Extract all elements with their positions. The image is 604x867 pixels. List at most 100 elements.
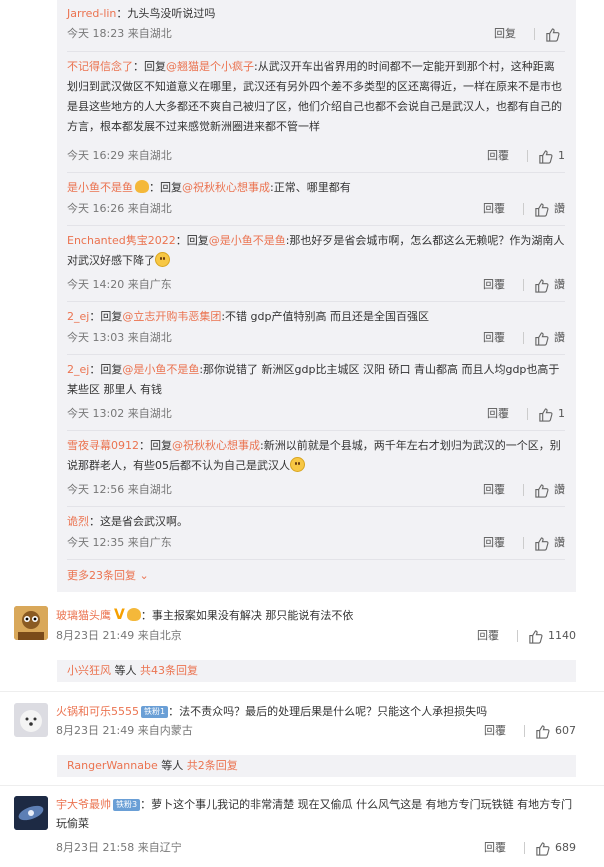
reply-button[interactable]: 回覆 <box>483 199 513 219</box>
comment-username[interactable]: 火锅和可乐5555 <box>56 705 139 718</box>
thumbs-up-icon <box>546 27 560 42</box>
reply-prefix: ：回复 <box>149 181 182 194</box>
like-button[interactable]: 1140 <box>528 626 576 646</box>
comment-meta: 今天 13:03 来自湖北 回覆 讚 <box>67 328 565 348</box>
thread-text: 等人 <box>111 664 140 677</box>
like-button[interactable]: 1 <box>538 146 565 166</box>
laugh-emoji-icon <box>155 252 170 267</box>
comment-line: 宇大爷最帅 铁粉3 ：萝卜这个事儿我记的非常清楚 现在又偷瓜 什么风气这是 有地方专… <box>56 795 576 833</box>
reply-prefix: ：回复 <box>139 439 172 452</box>
thread-summary[interactable]: RangerWannabe 等人 共2条回复 <box>57 755 576 777</box>
reply-button[interactable]: 回覆 <box>483 275 513 295</box>
thumbs-up-icon <box>535 202 549 217</box>
comment-meta: 今天 16:29 来自湖北 回覆 1 <box>67 146 565 166</box>
comment-username[interactable]: 雪夜寻幕0912 <box>67 439 139 452</box>
iron-fan-badge: 铁粉1 <box>141 706 169 718</box>
like-count: 讚 <box>554 536 565 549</box>
laugh-emoji-icon <box>290 457 305 472</box>
sub-comment: 是小鱼不是鱼 ：回复@祝秋秋心想事成:正常、哪里都有 <box>67 178 565 198</box>
comment-username[interactable]: 是小鱼不是鱼 <box>67 181 133 194</box>
comment-meta: 今天 12:35 来自广东 回覆 讚 <box>67 533 565 553</box>
mention-link[interactable]: @是小鱼不是鱼 <box>209 234 286 247</box>
thread-count[interactable]: 共43条回复 <box>140 664 198 677</box>
comment-meta: 8月23日 21:49 来自内蒙古 回覆 607 <box>56 721 576 741</box>
reply-button[interactable]: 回覆 <box>483 328 513 348</box>
top-comment: 火锅和可乐5555 铁粉1 ：法不责众吗？最后的处理后果是什么呢？只能这个人承担损失… <box>14 700 576 744</box>
like-button[interactable] <box>545 27 565 42</box>
mention-link[interactable]: @祝秋秋心想事成 <box>182 181 270 194</box>
comment-username[interactable]: 不记得信念了 <box>67 60 133 73</box>
galaxy-avatar-icon <box>14 796 48 830</box>
iron-fan-badge: 铁粉3 <box>113 799 141 811</box>
reply-prefix: ：回复 <box>89 310 123 323</box>
reply-button[interactable]: 回覆 <box>477 626 507 646</box>
like-button[interactable]: 607 <box>535 721 576 741</box>
thumbs-up-icon <box>539 407 553 422</box>
like-button[interactable]: 讚 <box>534 480 565 500</box>
comment-username[interactable]: 诡烈 <box>67 515 89 528</box>
avatar[interactable] <box>14 606 48 640</box>
comment-meta: 8月23日 21:49 来自北京 回覆 1140 <box>56 626 576 646</box>
mention-link[interactable]: @是小鱼不是鱼 <box>122 363 199 376</box>
sub-comment: 2_ej：回复@是小鱼不是鱼:那你说错了 新洲区gdp比主城区 汉阳 硚口 青山… <box>67 360 565 400</box>
comment-time: 8月23日 21:49 来自内蒙古 <box>56 724 193 737</box>
reply-button[interactable]: 回覆 <box>483 533 513 553</box>
like-button[interactable]: 1 <box>538 404 565 424</box>
comment-time: 今天 13:03 来自湖北 <box>67 331 172 344</box>
comment-username[interactable]: 2_ej <box>67 310 89 323</box>
thread-text: 等人 <box>157 759 187 772</box>
like-button[interactable]: 讚 <box>534 533 565 553</box>
reply-button[interactable]: 回覆 <box>487 404 517 424</box>
thread-user[interactable]: 小兴狂风 <box>67 664 111 677</box>
comment-meta: 今天 18:23 来自湖北 回复 <box>67 24 565 44</box>
reply-button[interactable]: 回覆 <box>487 146 517 166</box>
like-count: 689 <box>555 841 576 854</box>
avatar[interactable] <box>14 796 48 830</box>
like-count: 607 <box>555 724 576 737</box>
comment-time: 8月23日 21:49 来自北京 <box>56 629 182 642</box>
like-count: 1140 <box>548 629 576 642</box>
reply-button[interactable]: 回复 <box>494 24 524 44</box>
thumbs-up-icon <box>536 841 550 856</box>
avatar[interactable] <box>14 703 48 737</box>
like-button[interactable]: 讚 <box>534 199 565 219</box>
reply-button[interactable]: 回覆 <box>484 838 514 858</box>
more-replies-link[interactable]: 更多23条回复 ⌄ <box>67 566 149 586</box>
thumbs-up-icon <box>535 483 549 498</box>
mention-link[interactable]: @祝秋秋心想事成 <box>172 439 260 452</box>
reply-prefix: ：回复 <box>133 60 166 73</box>
comment-username[interactable]: 2_ej <box>67 363 89 376</box>
mention-link[interactable]: @翘猫是个小疯子 <box>166 60 254 73</box>
thread-count[interactable]: 共2条回复 <box>187 759 238 772</box>
reply-button[interactable]: 回覆 <box>483 480 513 500</box>
comment-text: ：这是省会武汉啊。 <box>89 515 188 528</box>
thumbs-up-icon <box>535 536 549 551</box>
sub-comments-panel: Jarred-lin：九头鸟没听说过吗 今天 18:23 来自湖北 回复 不记得… <box>57 0 576 592</box>
comment-time: 今天 16:29 来自湖北 <box>67 149 172 162</box>
like-button[interactable]: 讚 <box>534 328 565 348</box>
comment-username[interactable]: 玻璃猫头鹰 <box>56 609 111 622</box>
comment-line: 玻璃猫头鹰 V ：事主报案如果没有解决 那只能说有法不依 <box>56 606 576 625</box>
reply-prefix: ：回复 <box>175 234 209 247</box>
mention-link[interactable]: @立志开购韦恶集团 <box>122 310 221 323</box>
comment-username[interactable]: Enchanted隽宝2022 <box>67 234 176 247</box>
comment-time: 今天 13:02 来自湖北 <box>67 407 172 420</box>
thumbs-up-icon <box>539 149 553 164</box>
like-button[interactable]: 讚 <box>534 275 565 295</box>
comment-username[interactable]: Jarred-lin <box>67 7 116 20</box>
comment-username[interactable]: 宇大爷最帅 <box>56 798 111 811</box>
sub-comment: Jarred-lin：九头鸟没听说过吗 <box>67 4 565 24</box>
comment-text: ：九头鸟没听说过吗 <box>116 7 216 20</box>
thumbs-up-icon <box>535 278 549 293</box>
comment-time: 今天 14:20 来自广东 <box>67 278 172 291</box>
comment-meta: 今天 12:56 来自湖北 回覆 讚 <box>67 480 565 500</box>
reply-button[interactable]: 回覆 <box>484 721 514 741</box>
medal-icon <box>126 608 141 621</box>
thread-summary[interactable]: 小兴狂风 等人 共43条回复 <box>57 660 576 682</box>
sub-comment: 雪夜寻幕0912：回复@祝秋秋心想事成:新洲以前就是个县城，两千年左右才划归为武… <box>67 436 565 476</box>
thread-user[interactable]: RangerWannabe <box>67 759 158 772</box>
like-button[interactable]: 689 <box>535 838 576 858</box>
comment-meta: 今天 16:26 来自湖北 回覆 讚 <box>67 199 565 219</box>
like-count: 1 <box>558 149 565 162</box>
comment-time: 今天 18:23 来自湖北 <box>67 27 172 40</box>
